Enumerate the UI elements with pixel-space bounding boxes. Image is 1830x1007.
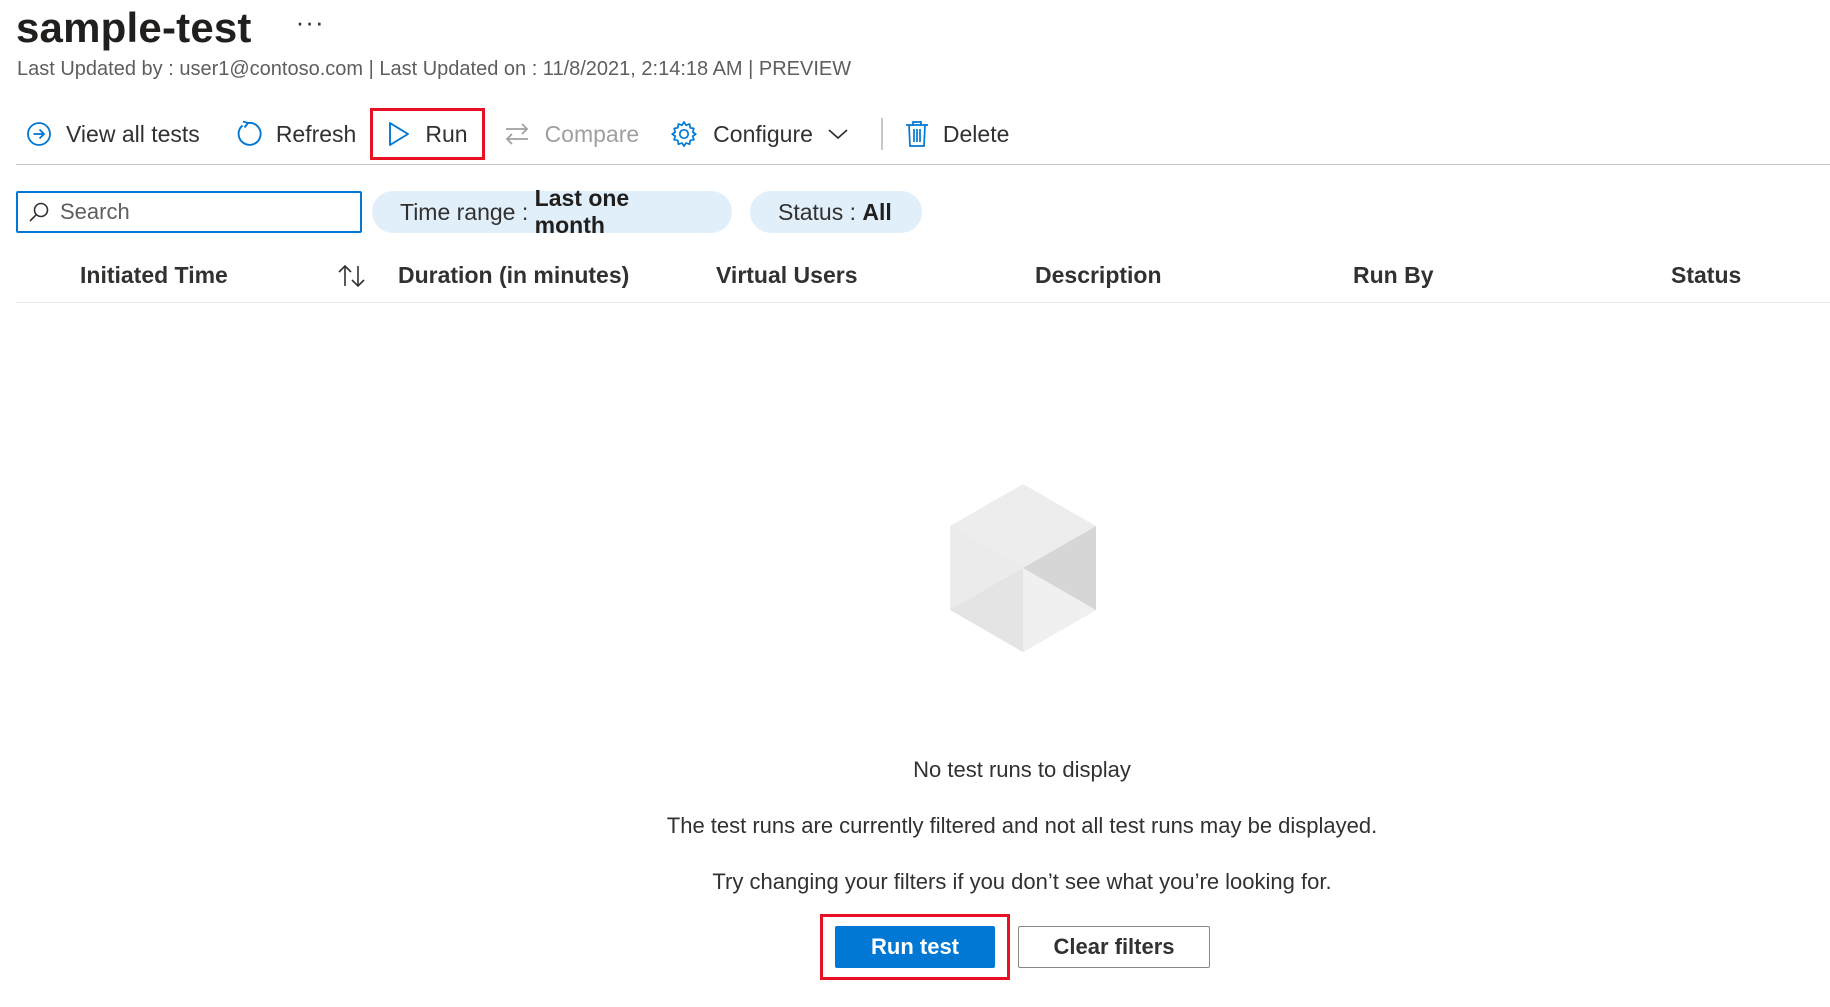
status-filter[interactable]: Status : All [750, 191, 922, 233]
more-options-button[interactable]: ··· [296, 7, 325, 38]
column-duration[interactable]: Duration (in minutes) [398, 262, 629, 289]
status-value: All [862, 198, 892, 225]
column-virtual-users[interactable]: Virtual Users [716, 262, 857, 289]
command-bar: View all tests Refresh Run Compare Confi… [16, 106, 1021, 162]
sort-icon[interactable] [336, 262, 368, 290]
compare-label: Compare [544, 120, 640, 147]
trash-icon [905, 121, 928, 147]
time-range-filter[interactable]: Time range : Last one month [372, 185, 732, 238]
status-label: Status : [778, 198, 863, 225]
arrow-circle-right-icon [27, 122, 51, 146]
configure-label: Configure [713, 120, 813, 147]
search-input[interactable]: Search [16, 191, 362, 233]
gear-icon [671, 121, 697, 148]
search-icon [29, 202, 49, 222]
empty-state-message: The test runs are currently filtered and… [666, 813, 1378, 838]
configure-button[interactable]: Configure [657, 108, 861, 160]
column-run-by[interactable]: Run By [1353, 262, 1434, 289]
clear-filters-button[interactable]: Clear filters [1018, 926, 1210, 968]
column-initiated-time[interactable]: Initiated Time [80, 262, 228, 289]
delete-button[interactable]: Delete [901, 108, 1021, 160]
title-row: sample-test ··· [16, 0, 325, 56]
compare-arrows-icon [505, 123, 528, 145]
run-button[interactable]: Run [370, 108, 485, 160]
toolbar-divider-line [16, 164, 1830, 165]
run-label: Run [425, 120, 468, 147]
time-range-label: Time range : [400, 198, 535, 225]
toolbar-divider [880, 118, 883, 150]
empty-state-title: No test runs to display [913, 757, 1131, 782]
filter-row: Search Time range : Last one month Statu… [16, 185, 922, 238]
delete-label: Delete [942, 120, 1010, 147]
run-test-highlight: Run test [820, 914, 1010, 980]
refresh-icon [237, 120, 262, 146]
chevron-down-icon [828, 129, 848, 140]
column-status[interactable]: Status [1671, 262, 1741, 289]
search-placeholder: Search [60, 199, 130, 224]
page-title: sample-test [16, 4, 252, 51]
test-runs-page: sample-test ··· Last Updated by : user1@… [0, 0, 1830, 1007]
time-range-value: Last one month [534, 185, 630, 238]
compare-button[interactable]: Compare [491, 108, 652, 160]
last-updated-info: Last Updated by : user1@contoso.com | La… [17, 58, 852, 80]
view-all-tests-button[interactable]: View all tests [16, 108, 212, 160]
refresh-button[interactable]: Refresh [222, 108, 369, 160]
empty-state-actions: Run test Clear filters [820, 914, 1210, 980]
view-all-tests-label: View all tests [66, 120, 200, 147]
play-icon [389, 122, 410, 146]
column-description[interactable]: Description [1035, 262, 1162, 289]
empty-box-icon [950, 484, 1096, 652]
table-header: Initiated Time Duration (in minutes) Vir… [16, 250, 1830, 303]
refresh-label: Refresh [275, 120, 357, 147]
empty-state-hint: Try changing your filters if you don’t s… [712, 869, 1332, 894]
run-test-button[interactable]: Run test [835, 926, 995, 968]
